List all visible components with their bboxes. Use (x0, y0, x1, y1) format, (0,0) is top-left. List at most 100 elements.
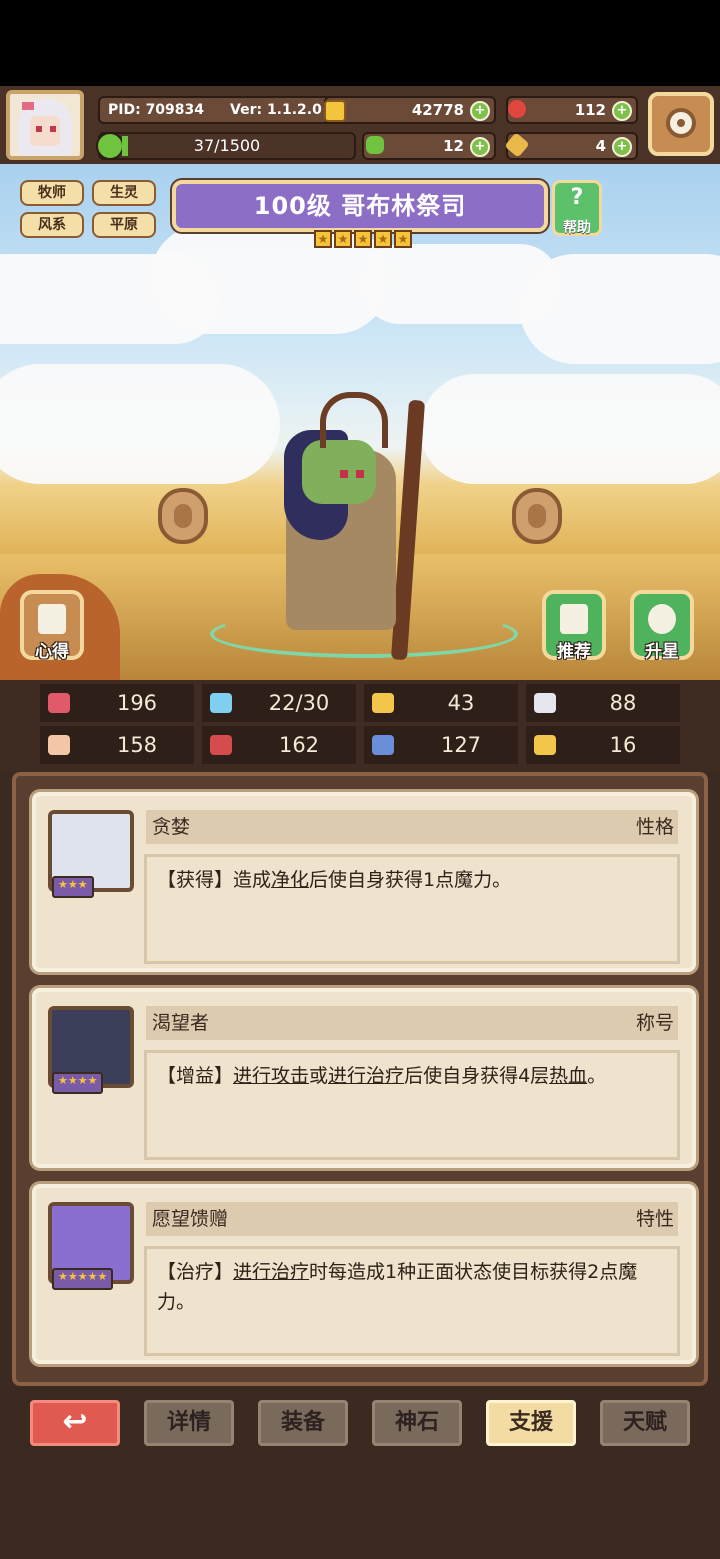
pid-label: PID: 709834 (108, 102, 205, 118)
class-tag[interactable]: 牧师 (20, 180, 84, 206)
gold-amount: 42778 (411, 101, 464, 119)
goblin-eye (356, 470, 364, 478)
stat-value: 196 (116, 691, 158, 715)
xp-text: 37/1500 (193, 136, 261, 155)
card-type: 称号 (635, 1012, 674, 1034)
upgrade-star-button[interactable]: 升星 (630, 590, 694, 662)
stat-defense: 43 (364, 684, 518, 722)
gear-icon (666, 108, 696, 138)
key-amount: 4 (595, 137, 606, 155)
previous-character-button[interactable] (158, 488, 208, 544)
question-icon: ? (570, 185, 584, 210)
star-upgrade-icon (648, 604, 676, 634)
settings-button[interactable] (648, 92, 714, 156)
fist-icon (48, 735, 70, 755)
avatar-hairpin (22, 102, 34, 110)
thumbs-up-icon (560, 604, 588, 634)
add-gold-button[interactable]: + (470, 101, 490, 121)
help-button[interactable]: ? 帮助 (552, 180, 602, 236)
cloud (0, 364, 280, 484)
rank-star-icon: ★ (374, 230, 392, 248)
key-bar: 4 + (504, 132, 638, 160)
card-description: 【获得】造成净化后使自身获得1点魔力。 (144, 854, 680, 964)
gold-coin-icon (324, 100, 346, 122)
recommend-button[interactable]: 推荐 (542, 590, 606, 662)
stat-speed: 88 (526, 684, 680, 722)
pid-version-bar: PID: 709834 Ver: 1.1.2.0 (98, 96, 346, 124)
tab-equipment[interactable]: 装备 (254, 1396, 352, 1450)
stat-value: 127 (440, 733, 482, 757)
element-tag[interactable]: 风系 (20, 212, 84, 238)
back-button[interactable]: ↩ (26, 1396, 124, 1450)
character-title: 100级 哥布林祭司 (172, 180, 548, 232)
character-stars: ★ ★ ★ ★ ★ (314, 230, 412, 252)
desc-text: 【获得】造成 (157, 869, 272, 891)
clover-icon (366, 136, 384, 154)
tab-support[interactable]: 支援 (482, 1396, 580, 1450)
goblin-eye (340, 470, 348, 478)
support-card[interactable]: ★★★ 贪婪 性格 【获得】造成净化后使自身获得1点魔力。 (32, 792, 696, 972)
stat-luck: 16 (526, 726, 680, 764)
stat-value: 22/30 (268, 691, 330, 715)
stat-value: 16 (609, 733, 637, 757)
stat-wisdom: 127 (364, 726, 518, 764)
add-clover-button[interactable]: + (470, 137, 490, 157)
goblin-priest-head (302, 440, 376, 504)
key-icon (504, 132, 530, 158)
tab-talent[interactable]: 天赋 (596, 1396, 694, 1450)
status-bar (0, 0, 720, 86)
desc-text: 【治疗】 (157, 1261, 234, 1283)
keyword-link[interactable]: 进行攻击 (233, 1065, 309, 1087)
next-character-button[interactable] (512, 488, 562, 544)
add-key-button[interactable]: + (612, 137, 632, 157)
tab-details[interactable]: 详情 (140, 1396, 238, 1450)
keyword-link[interactable]: 进行治疗 (328, 1065, 404, 1087)
desc-text: 后使自身获得4层 (404, 1065, 550, 1087)
stat-magic: 162 (202, 726, 356, 764)
notes-icon (38, 604, 66, 634)
desc-text: 或 (309, 1065, 329, 1087)
card-description: 【增益】进行攻击或进行治疗后使自身获得4层热血。 (144, 1050, 680, 1160)
card-title-bar: 愿望馈赠 特性 (146, 1202, 678, 1236)
gem-bar: 112 + (506, 96, 638, 124)
gold-bar: 42778 + (324, 96, 496, 124)
card-type: 性格 (635, 816, 674, 838)
keyword-link[interactable]: 热血 (549, 1065, 587, 1087)
bottom-nav: ↩ 详情 装备 神石 支援 天赋 (0, 1386, 720, 1559)
desc-text: 。 (587, 1065, 607, 1087)
support-card[interactable]: ★★★★ 渴望者 称号 【增益】进行攻击或进行治疗后使自身获得4层热血。 (32, 988, 696, 1168)
wing-icon (534, 693, 556, 713)
card-stars: ★★★★ (52, 1072, 104, 1094)
add-gem-button[interactable]: + (612, 101, 632, 121)
xp-bar: 37/1500 (96, 132, 356, 160)
heart-icon (48, 693, 70, 713)
clover-amount: 12 (443, 137, 464, 155)
race-tag[interactable]: 生灵 (92, 180, 156, 206)
stat-attack: 158 (40, 726, 194, 764)
keyword-link[interactable]: 进行治疗 (233, 1261, 309, 1283)
rank-star-icon: ★ (334, 230, 352, 248)
terrain-tag[interactable]: 平原 (92, 212, 156, 238)
rank-star-icon: ★ (394, 230, 412, 248)
keyword-link[interactable]: 净化 (271, 869, 309, 891)
avatar-eye (36, 126, 42, 132)
card-description: 【治疗】进行治疗时每造成1种正面状态使目标获得2点魔力。 (144, 1246, 680, 1356)
notes-label: 心得 (35, 642, 69, 662)
stat-value: 43 (447, 691, 475, 715)
stats-panel: 196 22/30 43 88 158 162 127 16 (0, 680, 720, 772)
card-type: 特性 (635, 1208, 674, 1230)
scroll-icon (372, 735, 394, 755)
support-card[interactable]: ★★★★★ 愿望馈赠 特性 【治疗】进行治疗时每造成1种正面状态使目标获得2点魔… (32, 1184, 696, 1364)
stat-value: 158 (116, 733, 158, 757)
red-gem-icon (508, 100, 526, 118)
stat-value: 88 (609, 691, 637, 715)
magnet-icon (534, 735, 556, 755)
stat-value: 162 (278, 733, 320, 757)
version-label: Ver: 1.1.2.0 (230, 102, 322, 118)
player-avatar[interactable] (6, 90, 84, 160)
book-icon (210, 735, 232, 755)
notes-button[interactable]: 心得 (20, 590, 84, 662)
card-title-bar: 贪婪 性格 (146, 810, 678, 844)
tab-godstone[interactable]: 神石 (368, 1396, 466, 1450)
cloud (420, 374, 720, 484)
